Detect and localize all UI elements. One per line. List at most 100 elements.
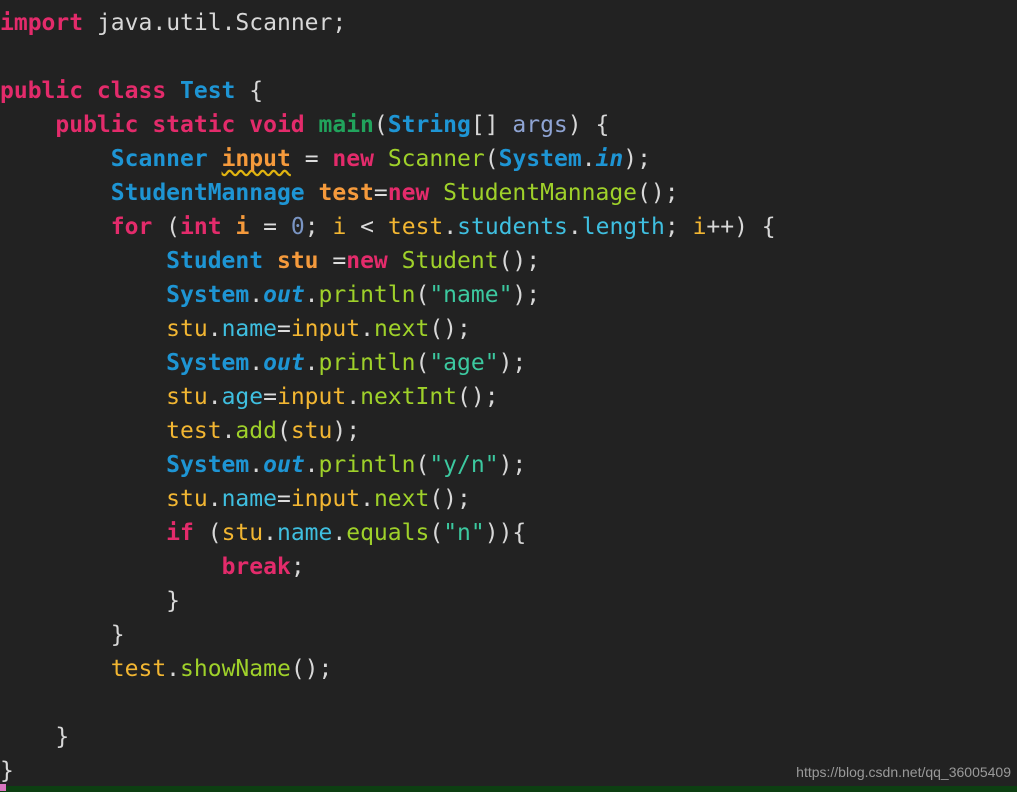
code-token: break — [221, 554, 291, 580]
code-token: "name" — [429, 282, 513, 308]
code-token: println — [318, 452, 416, 478]
code-token: . — [249, 452, 264, 478]
code-token: System — [166, 282, 250, 308]
code-token: String — [387, 112, 471, 138]
code-token: equals — [346, 520, 430, 546]
code-token: showName — [180, 656, 291, 682]
code-token: new — [346, 248, 388, 274]
code-token: ( — [193, 520, 222, 546]
code-token: (); — [429, 316, 471, 342]
code-token: next — [373, 486, 430, 512]
code-line[interactable]: Scanner input = new Scanner(System.in); — [0, 142, 1017, 176]
code-token: int — [180, 214, 222, 240]
code-token: out — [263, 452, 305, 478]
code-token: java.util.Scanner; — [96, 10, 347, 36]
code-line[interactable]: for (int i = 0; i < test.students.length… — [0, 210, 1017, 244]
code-token: add — [235, 418, 277, 444]
code-token: . — [249, 282, 264, 308]
code-token: ; — [290, 554, 305, 580]
code-token: out — [263, 350, 305, 376]
code-token: stu — [276, 248, 319, 274]
code-line[interactable]: if (stu.name.equals("n")){ — [0, 516, 1017, 550]
code-line[interactable]: System.out.println("age"); — [0, 346, 1017, 380]
code-token: ) { — [567, 112, 610, 138]
code-line[interactable]: System.out.println("y/n"); — [0, 448, 1017, 482]
code-token: Student — [166, 248, 264, 274]
code-line[interactable]: break; — [0, 550, 1017, 584]
code-line[interactable]: test.add(stu); — [0, 414, 1017, 448]
code-line[interactable]: stu.age=input.nextInt(); — [0, 380, 1017, 414]
code-token: i — [692, 214, 707, 240]
code-line[interactable]: StudentMannage test=new StudentMannage()… — [0, 176, 1017, 210]
code-line[interactable]: public class Test { — [0, 74, 1017, 108]
code-token: StudentMannage — [443, 180, 638, 206]
code-token: = — [276, 486, 291, 512]
code-token: ( — [484, 146, 499, 172]
code-token: "age" — [429, 350, 499, 376]
code-token: next — [373, 316, 430, 342]
code-token: } — [0, 622, 125, 648]
code-token: stu — [166, 316, 208, 342]
status-marker-icon — [0, 784, 6, 791]
code-line[interactable]: public static void main(String[] args) { — [0, 108, 1017, 142]
code-token: . — [567, 214, 582, 240]
code-token: = — [304, 146, 319, 172]
code-token: stu — [166, 486, 208, 512]
code-token: ( — [373, 112, 388, 138]
code-token: = — [263, 384, 277, 410]
code-token: ); — [623, 146, 651, 172]
code-line[interactable]: stu.name=input.next(); — [0, 482, 1017, 516]
code-token: ( — [415, 452, 430, 478]
code-token: System — [166, 452, 250, 478]
code-line[interactable]: } — [0, 720, 1017, 754]
code-token: = — [373, 180, 388, 206]
code-token: public static void — [55, 112, 319, 138]
code-token: nextInt — [360, 384, 458, 410]
code-token: new — [387, 180, 430, 206]
code-token: = — [276, 316, 291, 342]
code-line[interactable] — [0, 686, 1017, 720]
code-line[interactable]: } — [0, 618, 1017, 652]
code-token: . — [207, 486, 222, 512]
code-token: input — [221, 146, 291, 172]
code-line[interactable]: test.showName(); — [0, 652, 1017, 686]
code-line[interactable]: } — [0, 584, 1017, 618]
code-line[interactable]: import java.util.Scanner; — [0, 6, 1017, 40]
code-editor[interactable]: import java.util.Scanner; public class T… — [0, 0, 1017, 792]
code-token: (); — [429, 486, 471, 512]
code-token: import — [0, 10, 84, 36]
code-token: ); — [498, 452, 527, 478]
code-token: { — [235, 78, 264, 104]
code-token: name — [221, 316, 277, 342]
code-token: StudentMannage — [110, 180, 305, 206]
code-token: Test — [180, 78, 236, 104]
code-token: } — [0, 724, 70, 750]
code-token: println — [318, 350, 416, 376]
code-line[interactable] — [0, 40, 1017, 74]
code-text-area[interactable]: import java.util.Scanner; public class T… — [0, 6, 1017, 788]
code-token: ( — [152, 214, 181, 240]
code-line[interactable]: stu.name=input.next(); — [0, 312, 1017, 346]
code-token: (); — [457, 384, 499, 410]
code-token: 0 — [290, 214, 305, 240]
code-line[interactable]: Student stu =new Student(); — [0, 244, 1017, 278]
code-token: ; — [664, 214, 693, 240]
code-token: "y/n" — [429, 452, 499, 478]
code-token: Scanner — [110, 146, 208, 172]
code-token: = — [332, 248, 347, 274]
code-line[interactable]: System.out.println("name"); — [0, 278, 1017, 312]
